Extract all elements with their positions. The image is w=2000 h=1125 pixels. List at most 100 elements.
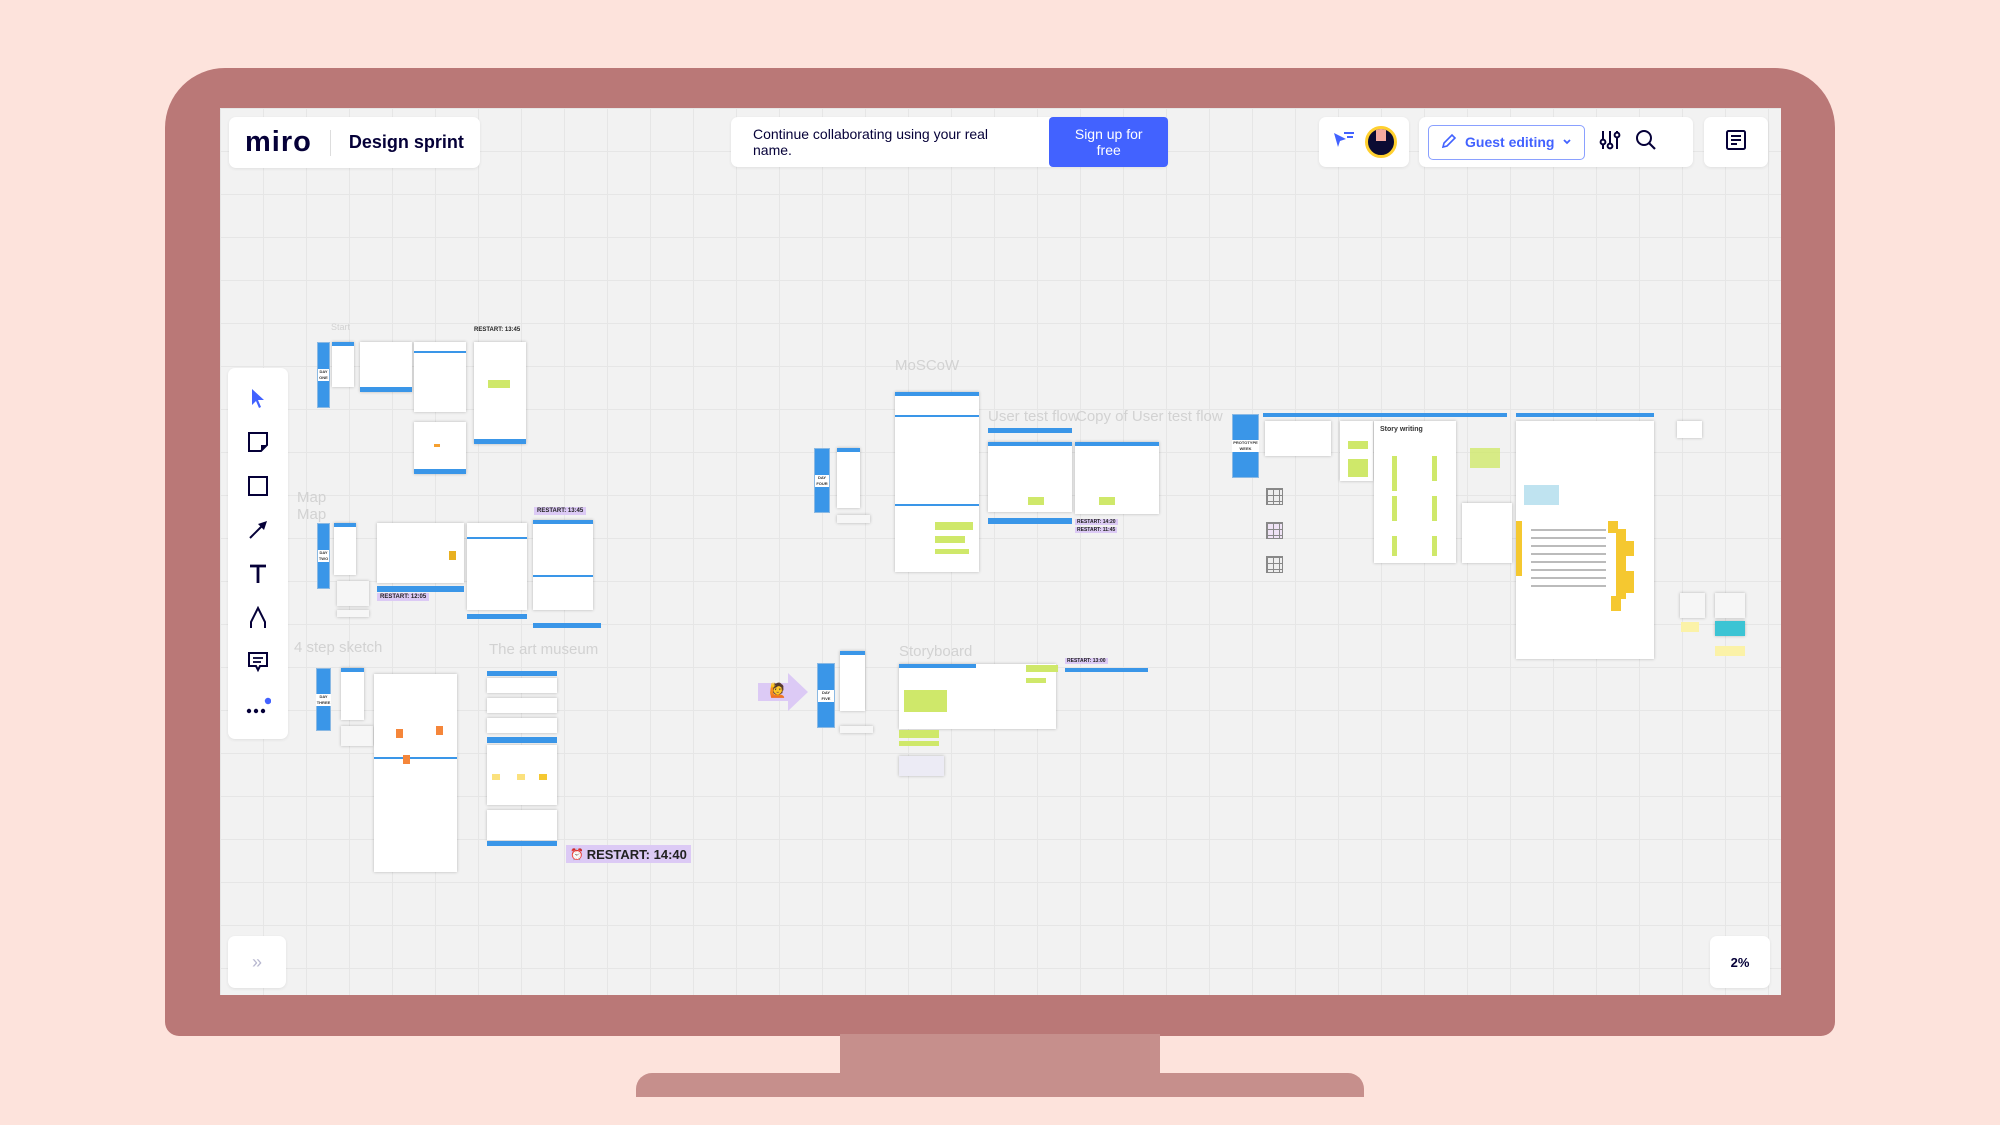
sticky-note[interactable]: [899, 730, 939, 738]
guest-editing-dropdown[interactable]: Guest editing: [1428, 124, 1586, 160]
flow-card[interactable]: [1680, 593, 1705, 618]
grid-matrix[interactable]: [1266, 488, 1283, 505]
sign-up-button[interactable]: Sign up for free: [1049, 117, 1168, 167]
expand-panel-button[interactable]: »: [228, 936, 286, 988]
frame[interactable]: [1265, 421, 1331, 456]
prototype-week-banner[interactable]: PROTOTYPE WEEK: [1232, 414, 1259, 478]
day-five-banner[interactable]: DAY FIVE: [817, 663, 835, 728]
user-avatar[interactable]: [1364, 126, 1397, 158]
monitor-base: [636, 1073, 1364, 1097]
frame[interactable]: [840, 651, 865, 711]
user-test-flow-frame[interactable]: [988, 442, 1072, 512]
frame[interactable]: [360, 342, 412, 392]
sticky-note[interactable]: [899, 741, 939, 746]
frame[interactable]: [467, 523, 527, 610]
frame-label-copy-user-test-flow: Copy of User test flow: [1076, 408, 1223, 425]
arrow-shape[interactable]: 🙋: [758, 673, 808, 711]
checklist[interactable]: [341, 726, 373, 746]
frame[interactable]: [334, 523, 356, 575]
presentation-frame[interactable]: [1516, 421, 1654, 659]
flow-card[interactable]: [1715, 621, 1745, 636]
board-tools-panel: Guest editing: [1419, 117, 1693, 167]
day-label: DAY THREE: [315, 693, 332, 706]
frame-label-user-test-flow: User test flow: [988, 408, 1079, 425]
checklist[interactable]: [337, 581, 369, 606]
shape-icon[interactable]: [242, 470, 274, 502]
day-three-banner[interactable]: DAY THREE: [315, 668, 332, 731]
comment-icon[interactable]: [242, 646, 274, 678]
zoom-level-control[interactable]: 2%: [1710, 936, 1770, 988]
frame[interactable]: [1677, 421, 1702, 438]
day-label: PROTOTYPE WEEK: [1232, 440, 1259, 452]
text-icon[interactable]: [242, 558, 274, 590]
restart-timer: ⏰ RESTART: 14:40: [566, 845, 691, 863]
frame[interactable]: [487, 718, 557, 733]
frame[interactable]: [487, 698, 557, 713]
restart-timer: RESTART: 13:45: [474, 327, 521, 333]
frame[interactable]: [1462, 503, 1512, 563]
frame[interactable]: [377, 523, 464, 583]
frame[interactable]: [414, 422, 466, 474]
board-notes-icon[interactable]: [1725, 129, 1747, 156]
frame[interactable]: [332, 342, 354, 387]
pen-icon[interactable]: [242, 602, 274, 634]
miro-board-canvas[interactable]: Start DAY ONE RESTART: 13:45 Map Map DAY…: [220, 108, 1781, 995]
select-icon[interactable]: [242, 382, 274, 414]
checklist[interactable]: [337, 610, 369, 617]
checklist[interactable]: [837, 515, 870, 523]
search-icon[interactable]: [1635, 129, 1657, 156]
board-header: miro Design sprint: [229, 117, 480, 168]
frame-title-bar: [467, 614, 527, 619]
signup-banner: Continue collaborating using your real n…: [731, 117, 1168, 167]
frame-label-4-step-sketch: 4 step sketch: [294, 639, 383, 656]
frame[interactable]: [487, 678, 557, 693]
day-label: DAY ONE: [318, 369, 329, 381]
grid-matrix[interactable]: [1266, 522, 1283, 539]
frame-title-bar: [487, 671, 557, 676]
signup-message: Continue collaborating using your real n…: [753, 126, 989, 158]
grid-matrix[interactable]: [1266, 556, 1283, 573]
frame[interactable]: [474, 342, 526, 444]
checklist[interactable]: [840, 726, 873, 733]
frame[interactable]: [533, 520, 593, 610]
frame-title-bar: [1065, 668, 1148, 672]
copy-user-test-flow-frame[interactable]: [1075, 442, 1159, 514]
frame[interactable]: [837, 448, 860, 508]
sticky-note[interactable]: [1681, 622, 1699, 632]
sticky-note[interactable]: [1026, 678, 1046, 683]
sticky-cluster[interactable]: [1470, 448, 1500, 468]
day-four-banner[interactable]: DAY FOUR: [814, 448, 830, 513]
frame[interactable]: [341, 668, 364, 720]
moscow-frame[interactable]: [895, 392, 979, 572]
sticky-note[interactable]: [1715, 646, 1745, 656]
alarm-clock-icon: ⏰: [570, 848, 584, 861]
frame[interactable]: [414, 342, 466, 412]
frame-label-storyboard: Storyboard: [899, 643, 973, 660]
frame-label-start: Start: [331, 322, 351, 332]
storyboard-frame[interactable]: [899, 664, 1056, 729]
frame[interactable]: [374, 674, 457, 872]
more-icon[interactable]: [242, 690, 274, 722]
story-writing-frame[interactable]: Story writing: [1374, 421, 1456, 563]
frame[interactable]: [487, 810, 557, 840]
frame-title-bar: [487, 737, 557, 743]
frame[interactable]: [487, 745, 557, 805]
frame[interactable]: [1340, 421, 1373, 481]
sticky-note-icon[interactable]: [242, 426, 274, 458]
restart-timer: RESTART: 13:45: [534, 507, 587, 515]
arrow-icon[interactable]: [242, 514, 274, 546]
frame-title-bar: [988, 428, 1072, 433]
double-chevron-right-icon: »: [251, 951, 262, 972]
flow-card[interactable]: [1715, 593, 1745, 618]
card[interactable]: [899, 756, 944, 776]
frame-label-map: Map: [297, 506, 327, 523]
miro-logo[interactable]: miro: [245, 126, 312, 159]
day-two-banner[interactable]: DAY TWO: [317, 523, 330, 589]
story-writing-title: Story writing: [1380, 426, 1423, 433]
sticky-note[interactable]: [1026, 665, 1058, 672]
board-title[interactable]: Design sprint: [349, 132, 464, 153]
settings-sliders-icon[interactable]: [1599, 129, 1621, 156]
cursor-reactions-icon[interactable]: [1332, 130, 1356, 155]
day-one-banner[interactable]: DAY ONE: [317, 342, 330, 408]
presence-panel: [1319, 117, 1409, 167]
